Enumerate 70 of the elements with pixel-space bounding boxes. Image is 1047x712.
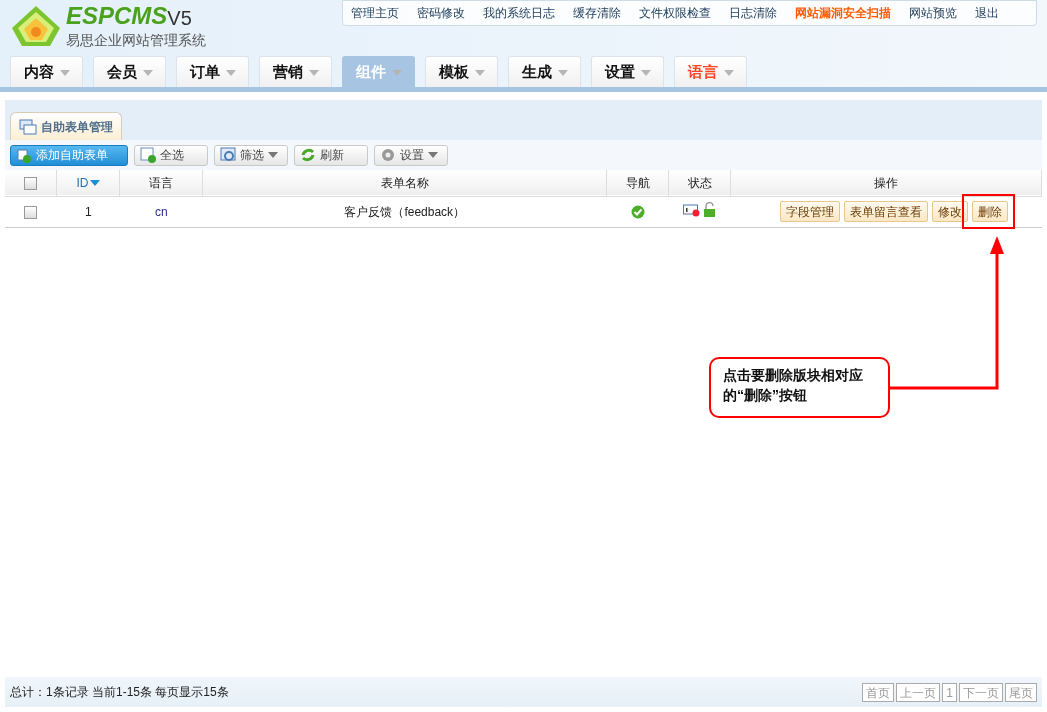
logo-icon: [10, 4, 62, 48]
nav-tab[interactable]: 设置: [591, 56, 664, 88]
column-header: 语言: [119, 170, 203, 196]
unlock-icon[interactable]: [703, 201, 717, 218]
checkbox[interactable]: [24, 205, 38, 219]
caret-icon: [225, 69, 236, 76]
top-link[interactable]: 我的系统日志: [483, 4, 555, 22]
action-button[interactable]: 表单留言查看: [843, 201, 928, 222]
caret-icon: [142, 69, 153, 76]
top-link[interactable]: 管理主页: [351, 4, 399, 22]
highlight-frame: [962, 194, 1015, 229]
nav-tab[interactable]: 生成: [508, 56, 581, 88]
column-header: 导航: [606, 170, 669, 196]
refresh-icon: [300, 147, 316, 163]
form-add-icon: [16, 147, 32, 163]
caret-icon: [723, 69, 734, 76]
callout-note: 点击要删除版块相对应的“删除”按钮: [709, 357, 890, 418]
toolbar-button[interactable]: 筛选: [214, 144, 288, 166]
logo-subtitle: 易思企业网站管理系统: [66, 31, 206, 50]
table-cell: 客户反馈（feedback）: [202, 196, 607, 227]
nav-tab-label: 会员: [106, 62, 137, 83]
column-header: 状态: [668, 170, 731, 196]
nav-tab-label: 组件: [355, 62, 386, 83]
column-header: 操作: [730, 170, 1042, 196]
sort-header[interactable]: ID: [76, 173, 101, 192]
gear-icon: [380, 147, 396, 163]
filter-icon: [220, 147, 236, 163]
window-icon: [19, 118, 37, 135]
nav-tab-label: 营销: [272, 62, 303, 83]
nav-tab-label: 生成: [521, 62, 552, 83]
caret-icon: [391, 69, 402, 76]
toolbar-button[interactable]: 设置: [374, 144, 448, 166]
nav-tab[interactable]: 会员: [93, 56, 166, 88]
action-button[interactable]: 删除: [971, 201, 1008, 222]
toolbar-button[interactable]: 全选: [134, 144, 208, 166]
action-button[interactable]: 修改: [931, 201, 968, 222]
select-all-icon: [140, 147, 156, 163]
top-link[interactable]: 网站预览: [909, 4, 957, 22]
nav-tab[interactable]: 模板: [425, 56, 498, 88]
top-link[interactable]: 文件权限检查: [639, 4, 711, 22]
nav-tab-label: 设置: [604, 62, 635, 83]
top-link[interactable]: 密码修改: [417, 4, 465, 22]
table-cell: cn: [119, 196, 203, 227]
action-button[interactable]: 字段管理: [779, 201, 840, 222]
top-link[interactable]: 缓存清除: [573, 4, 621, 22]
nav-tab[interactable]: 内容: [10, 56, 83, 88]
logo-version: V5: [167, 8, 192, 28]
caret-icon: [640, 69, 651, 76]
column-header: 表单名称: [202, 170, 607, 196]
nav-tab[interactable]: 订单: [176, 56, 249, 88]
table-cell: 1: [56, 196, 120, 227]
caret-icon: [557, 69, 568, 76]
caret-icon: [59, 69, 70, 76]
toolbar-button[interactable]: 刷新: [294, 144, 368, 166]
record-summary: 总计：1条记录 当前1-15条 每页显示15条: [10, 684, 229, 701]
card-remove-icon[interactable]: [683, 202, 701, 217]
nav-tab-label: 订单: [189, 62, 220, 83]
check-icon: [630, 205, 645, 220]
top-link[interactable]: 退出: [975, 4, 999, 22]
caret-icon: [90, 179, 101, 186]
logo-text: ESPCMS: [66, 4, 168, 28]
checkbox[interactable]: [24, 177, 38, 191]
top-link[interactable]: 日志清除: [729, 4, 777, 22]
nav-tab[interactable]: 营销: [259, 56, 332, 88]
caret-icon: [474, 69, 485, 76]
nav-tab-label: 模板: [438, 62, 469, 83]
nav-tab-label: 内容: [23, 62, 54, 83]
nav-tab-label: 语言: [687, 62, 718, 83]
caret-icon: [308, 69, 319, 76]
panel-tab[interactable]: 自助表单管理: [10, 112, 122, 140]
